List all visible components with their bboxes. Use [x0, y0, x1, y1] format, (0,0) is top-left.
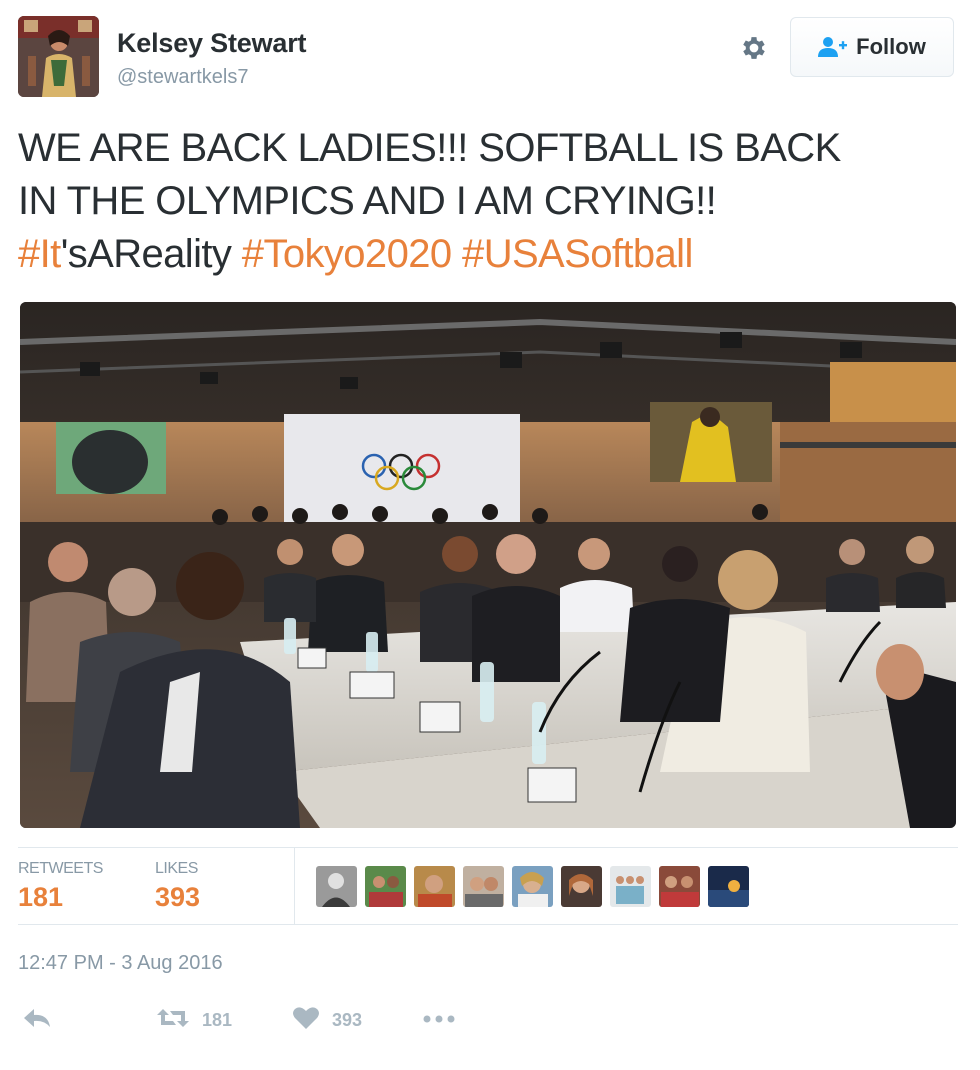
likes-stat[interactable]: LIKES 393 [155, 860, 200, 913]
user-name[interactable]: Kelsey Stewart [117, 28, 307, 59]
liker-avatar[interactable] [463, 866, 504, 907]
hashtag-link[interactable]: #It [18, 232, 61, 276]
liker-avatars [316, 866, 749, 907]
hashtag-text: 'sAReality [60, 232, 232, 276]
hashtag-link[interactable]: #USASoftball [462, 232, 693, 276]
like-button[interactable]: 393 [292, 1000, 362, 1040]
tweet-text: WE ARE BACK LADIES!!! SOFTBALL IS BACK I… [18, 122, 958, 281]
tweet-timestamp[interactable]: 12:47 PM - 3 Aug 2016 [18, 952, 223, 975]
hashtag-line: #It'sAReality #Tokyo2020 #USASoftball [18, 228, 958, 281]
tweet-text-line: WE ARE BACK LADIES!!! SOFTBALL IS BACK [18, 126, 841, 170]
divider [18, 924, 958, 925]
liker-avatar[interactable] [365, 866, 406, 907]
heart-icon [292, 1005, 320, 1036]
user-handle[interactable]: @stewartkels7 [117, 66, 248, 89]
tweet-actions: 181 393 [18, 1000, 958, 1040]
tweet-photo[interactable] [20, 302, 956, 828]
more-button[interactable] [422, 1000, 456, 1040]
retweet-icon [156, 1005, 190, 1036]
liker-avatar[interactable] [610, 866, 651, 907]
liker-avatar[interactable] [708, 866, 749, 907]
likes-count: 393 [155, 882, 201, 912]
likes-label: LIKES [155, 860, 198, 877]
reply-icon [22, 1006, 52, 1035]
retweet-button[interactable]: 181 [156, 1000, 232, 1040]
tweet-stats: RETWEETS 181 LIKES 393 [18, 848, 958, 924]
retweets-stat[interactable]: RETWEETS 181 [18, 860, 103, 913]
tweet-header: Kelsey Stewart @stewartkels7 Follow [18, 16, 962, 98]
tweet-text-line: IN THE OLYMPICS AND I AM CRYING!! [18, 179, 717, 223]
follow-label: Follow [856, 34, 926, 59]
reply-button[interactable] [22, 1000, 52, 1040]
user-avatar[interactable] [18, 16, 99, 97]
more-icon [422, 1011, 456, 1029]
follow-button[interactable]: Follow [790, 17, 954, 77]
retweets-label: RETWEETS [18, 860, 103, 877]
like-count: 393 [332, 1009, 363, 1030]
add-user-icon [818, 36, 848, 58]
gear-icon[interactable] [736, 30, 772, 66]
hashtag-link[interactable]: #Tokyo2020 [242, 232, 452, 276]
liker-avatar[interactable] [316, 866, 357, 907]
stats-separator [294, 848, 295, 924]
liker-avatar[interactable] [659, 866, 700, 907]
liker-avatar[interactable] [512, 866, 553, 907]
liker-avatar[interactable] [414, 866, 455, 907]
liker-avatar[interactable] [561, 866, 602, 907]
retweets-count: 181 [18, 882, 64, 912]
retweet-count: 181 [202, 1009, 233, 1030]
